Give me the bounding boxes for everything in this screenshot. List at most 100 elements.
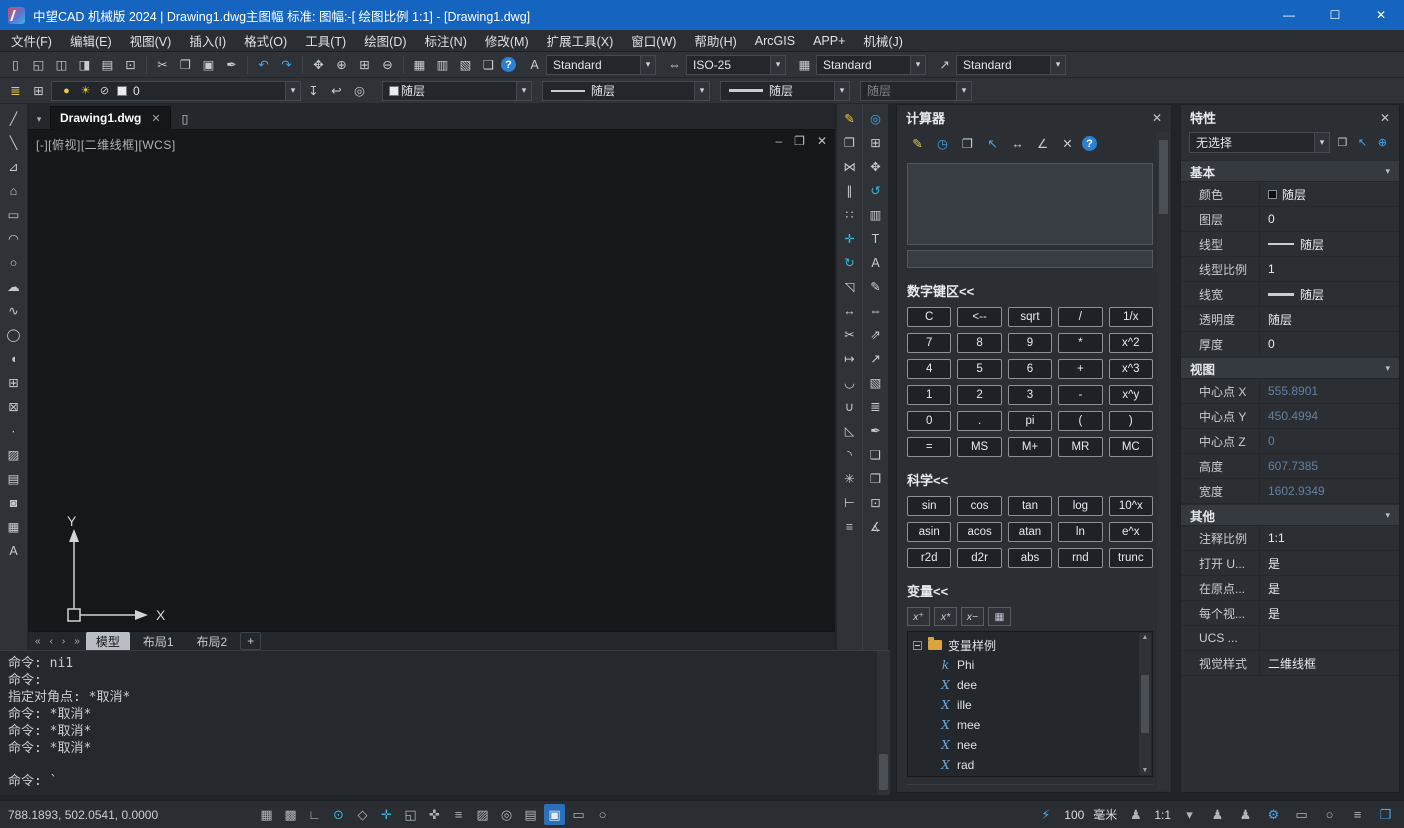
performance-icon[interactable]: ⚡ xyxy=(1035,804,1056,825)
calc-button[interactable]: ( xyxy=(1058,411,1102,431)
offset-icon[interactable]: ∥ xyxy=(839,180,860,201)
scrollbar-thumb[interactable] xyxy=(879,754,888,790)
calc-help-icon[interactable]: ? xyxy=(1082,136,1097,151)
menu-item[interactable]: 修改(M) xyxy=(476,30,538,51)
maximize-button[interactable]: ☐ xyxy=(1312,0,1358,30)
new-drawing-tab-icon[interactable]: ▯ xyxy=(175,108,196,129)
collapse-icon[interactable] xyxy=(913,641,922,650)
close-button[interactable]: ✕ xyxy=(1358,0,1404,30)
calc-button[interactable]: MR xyxy=(1058,437,1102,457)
chevron-down-icon[interactable]: ▾ xyxy=(1314,133,1329,152)
child-minimize-icon[interactable]: ‒ xyxy=(775,134,782,148)
layer-lock-icon[interactable]: ⊘ xyxy=(96,82,113,99)
calc-button[interactable]: sqrt xyxy=(1008,307,1052,327)
property-value[interactable] xyxy=(1259,626,1392,650)
layer-previous-icon[interactable]: ↩ xyxy=(326,80,347,101)
property-value[interactable]: 随层 xyxy=(1259,307,1392,331)
calc-button[interactable]: MS xyxy=(957,437,1001,457)
dimension-style-icon[interactable]: ⇔ xyxy=(664,54,685,75)
menu-item[interactable]: 标注(N) xyxy=(416,30,476,51)
scientific-section-title[interactable]: 科学<< xyxy=(907,470,1153,489)
menu-item[interactable]: 文件(F) xyxy=(2,30,61,51)
calc-button[interactable]: C xyxy=(907,307,951,327)
new-layout-button[interactable]: + xyxy=(240,632,261,650)
point-icon[interactable]: ∙ xyxy=(3,420,24,441)
save-as-icon[interactable]: ◨ xyxy=(74,54,95,75)
minimize-button[interactable]: — xyxy=(1266,0,1312,30)
tree-root-row[interactable]: 变量样例 xyxy=(913,635,1137,655)
calc-button[interactable]: 7 xyxy=(907,333,951,353)
annotation-monitor-icon[interactable]: ▣ xyxy=(544,804,565,825)
chevron-down-icon[interactable]: ▾ xyxy=(770,56,785,74)
variable-item[interactable]: X nee xyxy=(913,735,1137,755)
tab-close-icon[interactable]: ✕ xyxy=(151,112,160,125)
tree-scrollbar[interactable]: ▲ ▼ xyxy=(1139,633,1151,775)
property-value[interactable]: 0 xyxy=(1259,332,1392,356)
leader-icon[interactable]: ↗ xyxy=(865,348,886,369)
trim-icon[interactable]: ✂ xyxy=(839,324,860,345)
calc-button[interactable]: ln xyxy=(1058,522,1102,542)
pick-point-icon[interactable]: ↖ xyxy=(982,133,1003,154)
property-row[interactable]: 颜色 随层 xyxy=(1181,182,1399,207)
ellipse-arc-icon[interactable]: ◖ xyxy=(3,348,24,369)
property-value[interactable]: 二维线框 xyxy=(1259,651,1392,675)
menu-item[interactable]: 窗口(W) xyxy=(622,30,685,51)
dynamic-input-icon[interactable]: ✜ xyxy=(424,804,445,825)
first-tab-icon[interactable]: « xyxy=(32,636,44,647)
gradient-icon[interactable]: ▤ xyxy=(3,468,24,489)
copy-object-icon[interactable]: ❐ xyxy=(839,132,860,153)
calc-button[interactable]: 8 xyxy=(957,333,1001,353)
calc-button[interactable]: pi xyxy=(1008,411,1052,431)
scroll-down-icon[interactable]: ▼ xyxy=(1142,767,1149,774)
chevron-down-icon[interactable]: ▾ xyxy=(1050,56,1065,74)
line-icon[interactable]: ╱ xyxy=(3,108,24,129)
transparency-icon[interactable]: ▨ xyxy=(472,804,493,825)
mirror-icon[interactable]: ⋈ xyxy=(839,156,860,177)
stretch-icon[interactable]: ↔ xyxy=(839,300,860,321)
edit-icon[interactable]: ✎ xyxy=(907,133,928,154)
history-icon[interactable]: ◷ xyxy=(932,133,953,154)
annotation-scale-arrow-icon[interactable]: ▾ xyxy=(1179,804,1200,825)
lineweight-display-icon[interactable]: ≡ xyxy=(448,804,469,825)
annotation-scale-person-icon[interactable]: ♟ xyxy=(1125,804,1146,825)
rotate-icon[interactable]: ↻ xyxy=(839,252,860,273)
fullscreen-icon[interactable]: ❒ xyxy=(1375,804,1396,825)
property-value[interactable]: 0 xyxy=(1259,207,1392,231)
delete-variable-icon[interactable]: x− xyxy=(961,607,984,626)
calc-button[interactable]: . xyxy=(957,411,1001,431)
property-row[interactable]: 线型比例 1 xyxy=(1181,257,1399,282)
object-snap-icon[interactable]: ◇ xyxy=(352,804,373,825)
chevron-down-icon[interactable]: ▾ xyxy=(834,82,849,100)
text-style-icon[interactable]: A xyxy=(524,54,545,75)
named-views-icon[interactable]: ▥ xyxy=(865,204,886,225)
calc-button[interactable]: 1/x xyxy=(1109,307,1153,327)
command-prompt[interactable]: 命令: ` xyxy=(8,773,57,790)
calc-button[interactable]: rnd xyxy=(1058,548,1102,568)
calculator-scrollbar[interactable] xyxy=(1157,132,1170,790)
calc-button[interactable]: abs xyxy=(1008,548,1052,568)
chevron-down-icon[interactable]: ▾ xyxy=(640,56,655,74)
property-row[interactable]: 每个视... 是 xyxy=(1181,601,1399,626)
extend-icon[interactable]: ↦ xyxy=(839,348,860,369)
draw-order-front-icon[interactable]: ❏ xyxy=(865,444,886,465)
layer-states-icon[interactable]: ⊞ xyxy=(28,80,49,101)
last-tab-icon[interactable]: » xyxy=(71,636,83,647)
annotation-monitor2-icon[interactable]: ▭ xyxy=(1291,804,1312,825)
calc-button[interactable]: + xyxy=(1058,359,1102,379)
calc-button[interactable]: e^x xyxy=(1109,522,1153,542)
annotation-visibility-icon[interactable]: ♟ xyxy=(1207,804,1228,825)
regen-icon[interactable]: ↺ xyxy=(865,180,886,201)
undo-icon[interactable]: ↶ xyxy=(253,54,274,75)
chevron-down-icon[interactable]: ▾ xyxy=(956,82,971,100)
previous-tab-icon[interactable]: ‹ xyxy=(47,636,56,647)
pan-icon[interactable]: ✥ xyxy=(308,54,329,75)
lengthen-icon[interactable]: ⊢ xyxy=(839,492,860,513)
property-row[interactable]: 图层 0 xyxy=(1181,207,1399,232)
match-properties-icon[interactable]: ✒ xyxy=(865,420,886,441)
variable-item[interactable]: X mee xyxy=(913,715,1137,735)
calculator-history-display[interactable] xyxy=(907,163,1153,245)
chevron-down-icon[interactable]: ▾ xyxy=(516,82,531,100)
zoom-realtime-icon[interactable]: ⊕ xyxy=(331,54,352,75)
calc-button[interactable]: 2 xyxy=(957,385,1001,405)
calc-button[interactable]: 1 xyxy=(907,385,951,405)
